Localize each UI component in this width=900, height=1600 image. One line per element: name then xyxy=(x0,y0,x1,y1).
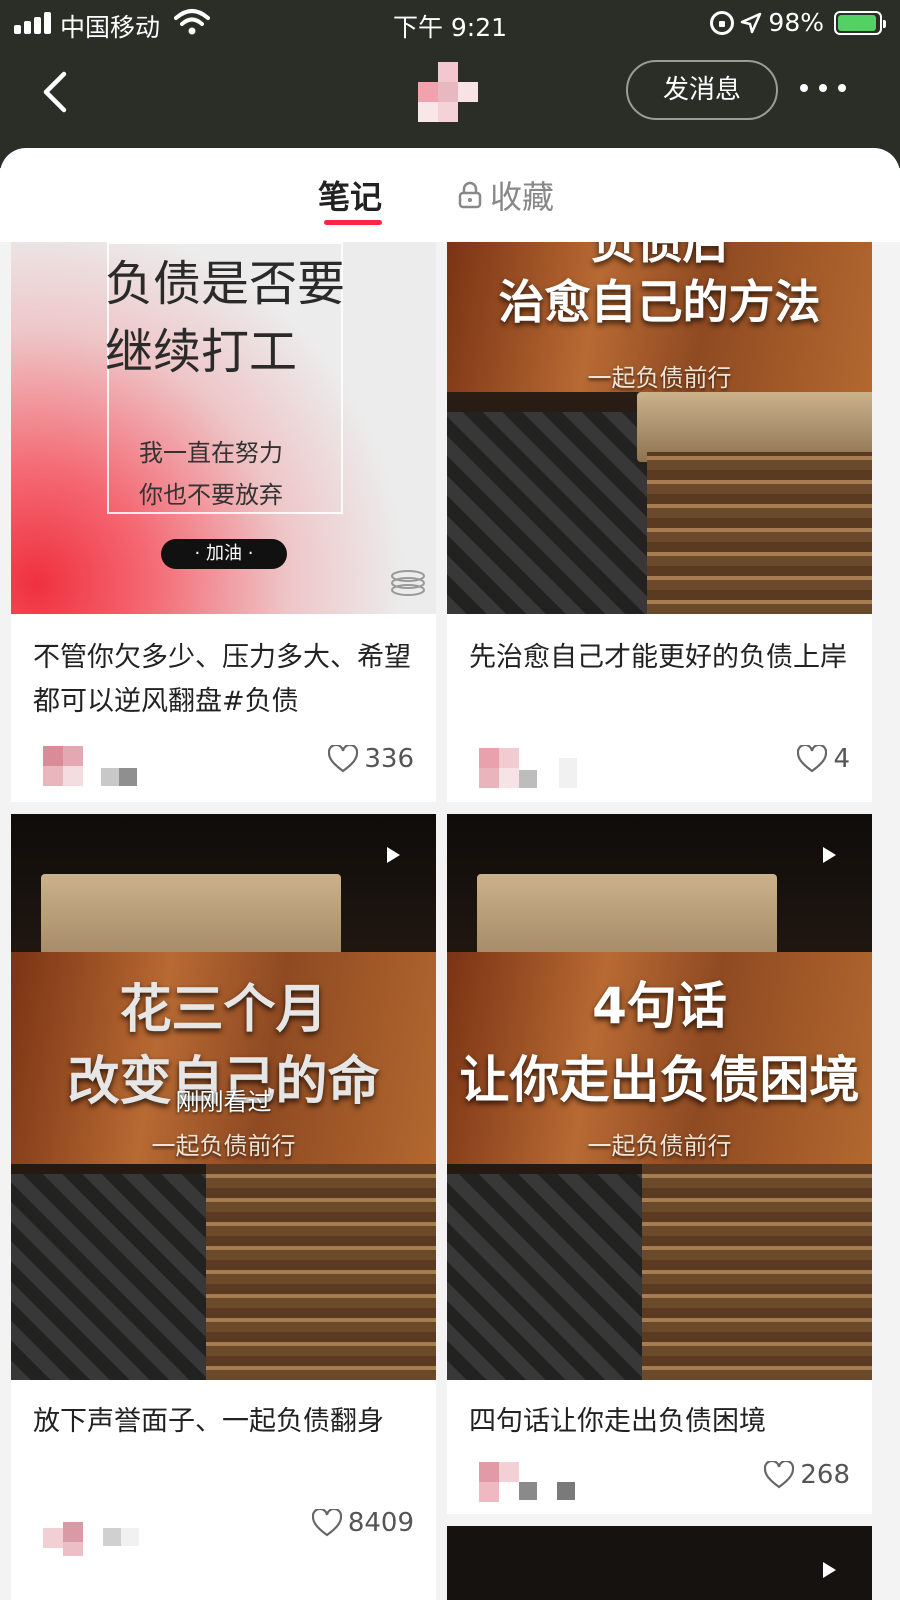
note-cover[interactable]: 负债是否要 继续打工 我一直在努力 你也不要放弃 · 加油 · xyxy=(11,242,436,614)
status-right: 98% xyxy=(710,8,886,37)
tab-favorites[interactable]: 收藏 xyxy=(458,172,554,218)
tab-notes[interactable]: 笔记 xyxy=(318,172,383,225)
like-button[interactable]: 268 xyxy=(764,1460,850,1490)
note-title[interactable]: 不管你欠多少、压力多大、希望都可以逆风翻盘#负债 xyxy=(33,636,418,724)
battery-icon xyxy=(834,10,886,35)
like-count: 268 xyxy=(800,1460,850,1490)
heart-icon xyxy=(764,1461,795,1489)
book-stack-art xyxy=(206,1164,436,1380)
cover-subtitle: 一起负债前行 xyxy=(587,1132,732,1160)
back-icon[interactable] xyxy=(38,70,78,114)
recently-viewed-label: 刚刚看过 xyxy=(175,1088,272,1116)
author-avatar[interactable] xyxy=(43,1508,143,1556)
note-title[interactable]: 四句话让你走出负债困境 xyxy=(469,1400,854,1444)
book-stack-art xyxy=(647,452,872,614)
book-stack-art xyxy=(642,1164,872,1380)
author-avatar[interactable] xyxy=(479,748,579,788)
like-count: 4 xyxy=(833,744,850,774)
battery-percent: 98% xyxy=(768,8,824,37)
like-count: 8409 xyxy=(347,1508,414,1538)
send-message-button[interactable]: 发消息 xyxy=(626,60,778,120)
cover-pill: · 加油 · xyxy=(161,539,287,569)
layers-icon xyxy=(391,570,425,596)
top-bar: 中国移动 下午 9:21 98% 发消息 xyxy=(0,0,900,168)
type-blocks-art xyxy=(11,1174,211,1380)
cover-subtitle: 一起负债前行 xyxy=(587,364,732,392)
video-play-icon xyxy=(823,1562,836,1578)
like-button[interactable]: 4 xyxy=(797,744,850,774)
status-bar: 中国移动 下午 9:21 98% xyxy=(0,0,900,46)
author-avatar[interactable] xyxy=(479,1462,579,1502)
note-title[interactable]: 放下声誉面子、一起负债翻身 xyxy=(33,1400,418,1444)
video-play-icon xyxy=(387,847,400,863)
tab-notes-label: 笔记 xyxy=(318,178,383,216)
note-title[interactable]: 先治愈自己才能更好的负债上岸 xyxy=(469,636,854,680)
like-count: 336 xyxy=(364,744,414,774)
author-avatar[interactable] xyxy=(43,746,143,786)
orientation-lock-icon xyxy=(710,10,735,35)
heart-icon xyxy=(311,1509,342,1537)
tab-bar: 笔记 收藏 xyxy=(0,148,900,242)
active-tab-indicator xyxy=(324,220,382,225)
type-blocks-art xyxy=(447,412,647,614)
tab-favorites-label: 收藏 xyxy=(490,178,555,216)
note-card[interactable]: 负债后 治愈自己的方法 一起负债前行 先治愈自己才能更好的负债上岸 4 xyxy=(447,242,872,802)
more-icon[interactable] xyxy=(800,84,846,96)
type-blocks-art xyxy=(447,1174,647,1380)
cover-body: 我一直在努力 你也不要放弃 xyxy=(139,439,283,509)
heart-icon xyxy=(328,745,359,773)
note-cover[interactable]: 负债后 治愈自己的方法 一起负债前行 xyxy=(447,242,872,614)
cover-title: 负债是否要 继续打工 xyxy=(105,256,346,380)
cover-title: 4句话 让你走出负债困境 xyxy=(459,977,860,1109)
like-button[interactable]: 8409 xyxy=(311,1508,414,1538)
heart-icon xyxy=(797,745,828,773)
profile-avatar[interactable] xyxy=(418,62,478,122)
note-cover[interactable]: 4句话 让你走出负债困境 一起负债前行 xyxy=(447,814,872,1380)
video-play-icon xyxy=(823,847,836,863)
location-icon xyxy=(741,12,762,33)
lock-icon xyxy=(458,181,482,209)
note-card[interactable]: 花三个月 改变自己的命 刚刚看过 一起负债前行 放下声誉面子、一起负债翻身 84… xyxy=(11,814,436,1600)
note-card[interactable]: 4句话 让你走出负债困境 一起负债前行 四句话让你走出负债困境 268 xyxy=(447,814,872,1514)
cover-title: 负债后 治愈自己的方法 xyxy=(498,242,821,329)
like-button[interactable]: 336 xyxy=(328,744,414,774)
cover-subtitle: 一起负债前行 xyxy=(151,1132,296,1160)
note-card[interactable]: 负债是否要 继续打工 我一直在努力 你也不要放弃 · 加油 · 不管你欠多少、压… xyxy=(11,242,436,802)
note-cover[interactable]: 花三个月 改变自己的命 刚刚看过 一起负债前行 xyxy=(11,814,436,1380)
note-card[interactable] xyxy=(447,1526,872,1600)
